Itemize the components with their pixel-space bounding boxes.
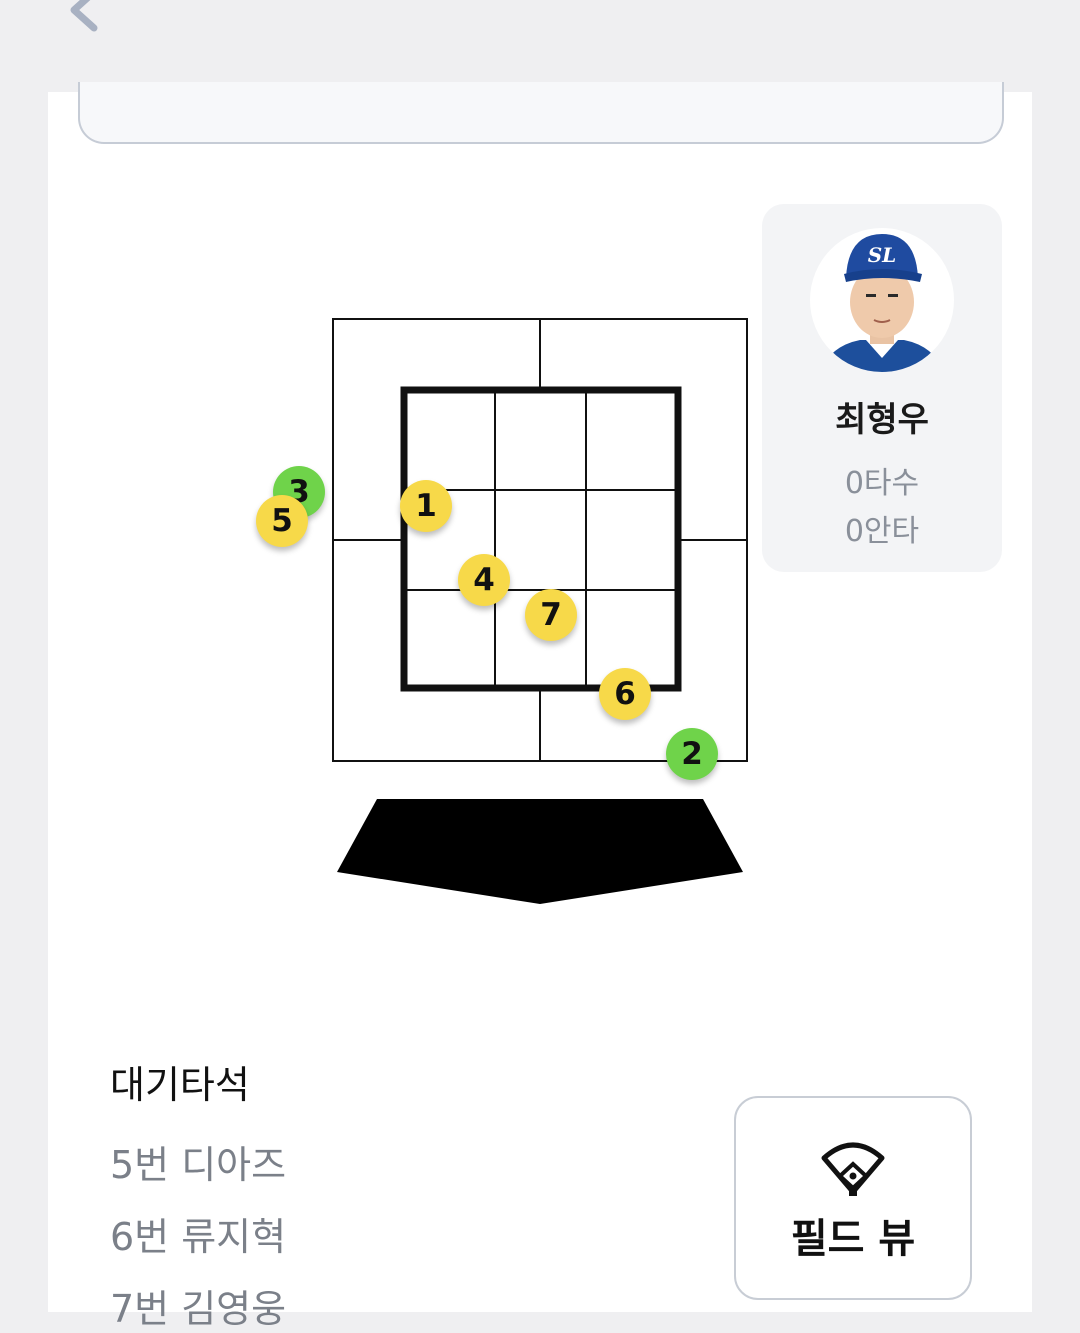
pitch-number: 6 xyxy=(614,676,636,712)
content-card: 3 5 1 4 7 6 2 SL 최형우 0타수 0안타 대기타석 5번 디아즈… xyxy=(48,82,1032,1331)
pitch-marker[interactable]: 1 xyxy=(400,480,452,532)
pitch-number: 4 xyxy=(473,562,495,598)
pitch-marker[interactable]: 2 xyxy=(666,728,718,780)
pitch-marker[interactable]: 6 xyxy=(599,668,651,720)
batter-hits: 0안타 xyxy=(844,514,920,549)
pitch-number: 5 xyxy=(271,503,293,539)
pitch-number: 1 xyxy=(415,488,437,524)
pitch-marker[interactable]: 4 xyxy=(458,554,510,606)
batter-at-bats: 0타수 xyxy=(844,466,920,501)
on-deck-title: 대기타석 xyxy=(110,1063,250,1107)
avatar: SL xyxy=(810,228,954,372)
on-deck-item: 5번 디아즈 xyxy=(110,1143,287,1187)
on-deck-item: 7번 김영웅 xyxy=(110,1287,287,1331)
pitch-marker[interactable]: 5 xyxy=(256,495,308,547)
back-button[interactable] xyxy=(60,0,108,38)
baseball-field-icon xyxy=(821,1142,885,1196)
cap-logo-text: SL xyxy=(868,243,897,267)
field-view-button[interactable]: 필드 뷰 xyxy=(734,1096,972,1300)
pitch-number: 7 xyxy=(540,597,562,633)
pitch-marker[interactable]: 7 xyxy=(525,589,577,641)
inner-zone xyxy=(400,386,682,692)
batter-name: 최형우 xyxy=(835,400,929,440)
field-view-label: 필드 뷰 xyxy=(790,1216,916,1262)
pitch-number: 2 xyxy=(681,736,703,772)
home-plate xyxy=(337,799,743,904)
on-deck-item: 6번 류지혁 xyxy=(110,1215,287,1259)
batter-card[interactable]: SL 최형우 0타수 0안타 xyxy=(762,204,1002,572)
chevron-left-icon xyxy=(70,0,98,32)
